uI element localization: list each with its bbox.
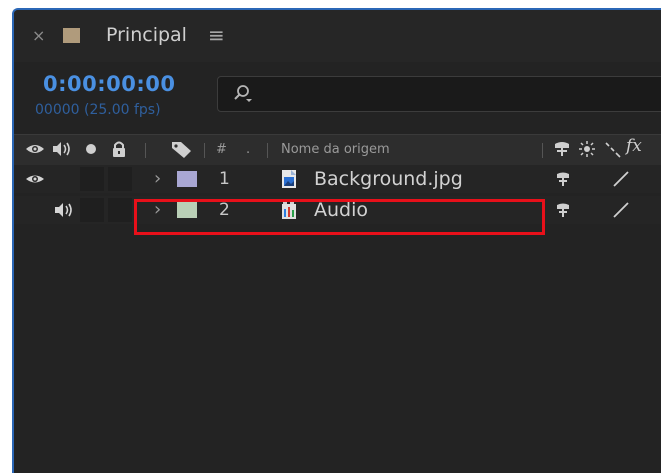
- search-icon[interactable]: [232, 83, 254, 105]
- layer-row-background[interactable]: › 1 Background.jpg: [14, 165, 661, 193]
- composition-tab-title[interactable]: Principal: [106, 23, 187, 47]
- speaker-icon[interactable]: [50, 139, 72, 159]
- source-name-column-header[interactable]: Nome da origem: [281, 141, 390, 158]
- dot-column-header: .: [246, 142, 251, 157]
- layer-columns-header: # . Nome da origem fx: [14, 134, 661, 166]
- quality-slash-icon[interactable]: [612, 201, 630, 219]
- shy-icon[interactable]: [554, 201, 572, 219]
- composition-label-swatch: [63, 28, 80, 43]
- timeline-panel: × Principal ≡ 0:00:00:00 00000 (25.00 fp…: [12, 8, 661, 473]
- expand-chevron-icon[interactable]: ›: [154, 168, 161, 190]
- column-divider[interactable]: [145, 143, 146, 158]
- layer-search-box[interactable]: [217, 76, 661, 112]
- number-column-header[interactable]: #: [216, 141, 227, 158]
- column-divider[interactable]: [267, 143, 268, 158]
- eye-icon[interactable]: [24, 170, 46, 188]
- panel-menu-icon[interactable]: ≡: [208, 23, 225, 47]
- current-time-display[interactable]: 0:00:00:00: [43, 72, 175, 96]
- lock-icon[interactable]: [109, 139, 129, 159]
- solo-dot-icon[interactable]: [84, 139, 98, 159]
- audio-layer-highlight: [134, 199, 545, 235]
- fx-icon[interactable]: fx: [626, 138, 642, 155]
- shy-icon[interactable]: [554, 170, 572, 188]
- quality-icon[interactable]: [602, 139, 624, 159]
- column-divider[interactable]: [542, 143, 543, 158]
- speaker-icon[interactable]: [52, 201, 74, 219]
- tag-icon[interactable]: [170, 139, 194, 159]
- image-file-icon: [282, 170, 296, 188]
- search-input[interactable]: [264, 83, 648, 107]
- quality-slash-icon[interactable]: [612, 170, 630, 188]
- close-tab-button[interactable]: ×: [32, 27, 45, 45]
- lock-switch[interactable]: [108, 198, 132, 222]
- solo-switch[interactable]: [80, 198, 104, 222]
- shy-icon[interactable]: [551, 139, 573, 159]
- solo-switch[interactable]: [80, 167, 104, 191]
- eye-icon[interactable]: [24, 139, 46, 159]
- layer-number: 1: [219, 169, 230, 189]
- layer-label-swatch[interactable]: [177, 171, 197, 187]
- frame-count-fps: 00000 (25.00 fps): [35, 102, 161, 118]
- layer-name[interactable]: Background.jpg: [314, 167, 463, 191]
- column-divider[interactable]: [204, 143, 205, 158]
- panel-tab-bar: × Principal ≡: [14, 10, 661, 62]
- collapse-icon[interactable]: [577, 139, 597, 159]
- lock-switch[interactable]: [108, 167, 132, 191]
